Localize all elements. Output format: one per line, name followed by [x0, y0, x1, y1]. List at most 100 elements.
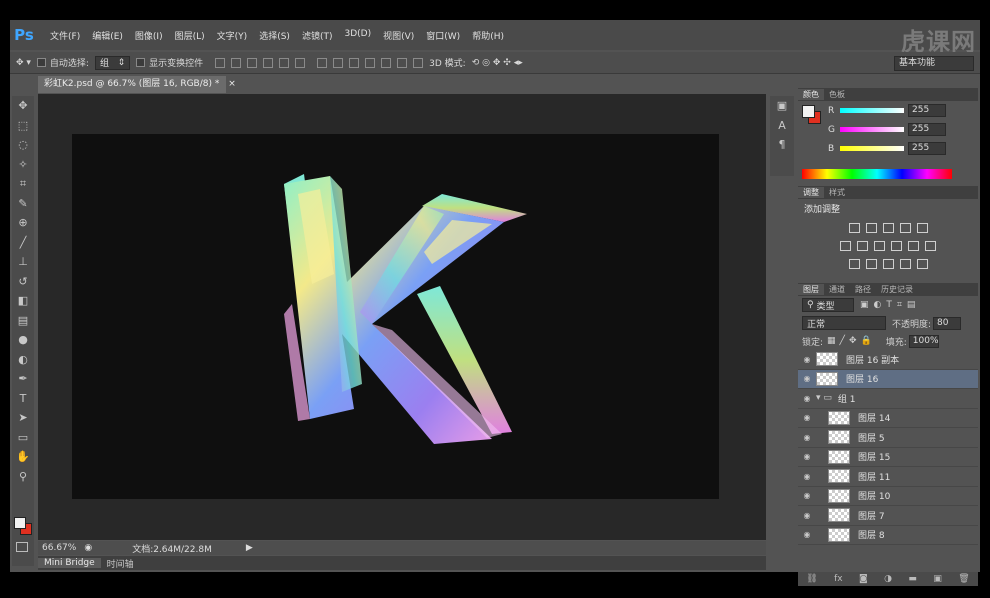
menu-item[interactable]: 3D(D): [338, 29, 377, 42]
visibility-eye-icon[interactable]: ◉: [798, 472, 816, 481]
menu-item[interactable]: 编辑(E): [86, 29, 129, 42]
new-group-icon[interactable]: ▬: [908, 574, 917, 584]
layer-row[interactable]: ◉ 图层 11: [798, 467, 978, 487]
panel-tab[interactable]: 调整: [798, 187, 824, 198]
lasso-tool-icon[interactable]: ◌: [12, 135, 34, 155]
workspace-dropdown[interactable]: 基本功能: [894, 56, 974, 71]
menu-item[interactable]: 文字(Y): [211, 29, 254, 42]
panel-tab[interactable]: 色板: [824, 89, 850, 100]
layer-row[interactable]: ◉ 图层 15: [798, 448, 978, 467]
layer-group-row[interactable]: ◉ ▾ ▭ 组 1: [798, 389, 978, 409]
invert-icon[interactable]: [848, 259, 860, 269]
healing-brush-tool-icon[interactable]: ⊕: [12, 213, 34, 233]
gradient-map-icon[interactable]: [899, 259, 911, 269]
panel-tab[interactable]: 图层: [798, 284, 824, 295]
dodge-tool-icon[interactable]: ◐: [12, 350, 34, 370]
layer-row[interactable]: ◉ 图层 16 副本: [798, 350, 978, 370]
zoom-level[interactable]: 66.67%: [42, 543, 76, 553]
menu-item[interactable]: 选择(S): [253, 29, 296, 42]
blend-mode-dropdown[interactable]: 正常: [802, 316, 886, 330]
menu-item[interactable]: 帮助(H): [466, 29, 510, 42]
layer-row[interactable]: ◉ 图层 5: [798, 428, 978, 448]
link-layers-icon[interactable]: ⛓: [806, 574, 817, 584]
add-mask-icon[interactable]: ◙: [859, 574, 868, 584]
posterize-icon[interactable]: [865, 259, 877, 269]
status-menu-arrow-icon[interactable]: ▶: [246, 543, 253, 553]
align-right-icon[interactable]: [295, 57, 306, 68]
blue-value-field[interactable]: 255: [908, 142, 946, 155]
align-top-icon[interactable]: [215, 57, 226, 68]
magic-wand-tool-icon[interactable]: ✧: [12, 155, 34, 175]
distribute-right-icon[interactable]: [397, 57, 408, 68]
visibility-eye-icon[interactable]: ◉: [798, 452, 816, 461]
distribute-hcenter-icon[interactable]: [381, 57, 392, 68]
visibility-eye-icon[interactable]: ◉: [798, 491, 816, 500]
foreground-color-swatch[interactable]: [14, 517, 26, 529]
zoom-tool-icon[interactable]: ⚲: [12, 467, 34, 487]
panel-tab[interactable]: 历史记录: [876, 284, 918, 295]
exposure-icon[interactable]: [899, 223, 911, 233]
fill-field[interactable]: 100%: [908, 334, 939, 348]
path-selection-tool-icon[interactable]: ➤: [12, 408, 34, 428]
type-tool-icon[interactable]: T: [12, 389, 34, 409]
show-transform-checkbox[interactable]: 显示变换控件: [136, 56, 203, 69]
green-value-field[interactable]: 255: [908, 123, 946, 136]
color-panel-fg-swatch[interactable]: [802, 105, 815, 118]
crop-tool-icon[interactable]: ⌗: [12, 174, 34, 194]
roll-3d-icon[interactable]: ◎: [482, 58, 490, 68]
adjustment-layer-icon[interactable]: ◑: [884, 574, 892, 584]
vibrance-icon[interactable]: [916, 223, 928, 233]
menu-item[interactable]: 视图(V): [377, 29, 420, 42]
menu-item[interactable]: 文件(F): [44, 29, 86, 42]
visibility-eye-icon[interactable]: ◉: [798, 413, 816, 422]
move-tool-icon[interactable]: ✥: [12, 96, 34, 116]
auto-select-dropdown[interactable]: 组 ⇕: [94, 55, 131, 70]
menu-item[interactable]: 图像(I): [129, 29, 169, 42]
align-vcenter-icon[interactable]: [231, 57, 242, 68]
fx-icon[interactable]: fx: [834, 574, 843, 584]
align-bottom-icon[interactable]: [247, 57, 258, 68]
color-balance-icon[interactable]: [857, 241, 868, 251]
menu-item[interactable]: 窗口(W): [420, 29, 466, 42]
blue-slider[interactable]: B 255: [824, 139, 946, 158]
bottom-tab[interactable]: 时间轴: [101, 557, 140, 570]
threshold-icon[interactable]: [882, 259, 894, 269]
layer-row[interactable]: ◉ 图层 14: [798, 409, 978, 428]
eyedropper-tool-icon[interactable]: ✎: [12, 194, 34, 214]
drag-3d-icon[interactable]: ✥: [493, 58, 501, 68]
lock-icons[interactable]: ▦╱✥🔒: [827, 336, 876, 346]
menu-item[interactable]: 滤镜(T): [296, 29, 339, 42]
blur-tool-icon[interactable]: ●: [12, 330, 34, 350]
align-left-icon[interactable]: [263, 57, 274, 68]
bottom-tab[interactable]: Mini Bridge: [38, 558, 101, 568]
eraser-tool-icon[interactable]: ◧: [12, 291, 34, 311]
color-swatches[interactable]: [12, 515, 34, 537]
history-panel-icon[interactable]: ▣: [770, 96, 794, 116]
layer-row[interactable]: ◉ 图层 7: [798, 506, 978, 526]
layer-filter-dropdown[interactable]: ⚲ 类型: [802, 298, 854, 312]
visibility-eye-icon[interactable]: ◉: [798, 511, 816, 520]
auto-align-icon[interactable]: [413, 57, 424, 68]
visibility-eye-icon[interactable]: ◉: [798, 355, 816, 364]
curves-icon[interactable]: [882, 223, 894, 233]
slide-3d-icon[interactable]: ✣: [503, 58, 511, 68]
distribute-top-icon[interactable]: [317, 57, 328, 68]
character-panel-icon[interactable]: A: [770, 116, 794, 136]
paragraph-panel-icon[interactable]: ¶: [770, 135, 794, 155]
visibility-eye-icon[interactable]: ◉: [798, 433, 816, 442]
auto-select-checkbox[interactable]: 自动选择:: [36, 56, 89, 69]
panel-tab[interactable]: 通道: [824, 284, 850, 295]
panel-tab[interactable]: 颜色: [798, 89, 824, 100]
move-tool-icon[interactable]: ✥ ▾: [16, 58, 31, 68]
hand-tool-icon[interactable]: ✋: [12, 447, 34, 467]
shape-tool-icon[interactable]: ▭: [12, 428, 34, 448]
panel-tab[interactable]: 路径: [850, 284, 876, 295]
distribute-vcenter-icon[interactable]: [333, 57, 344, 68]
menu-item[interactable]: 图层(L): [169, 29, 211, 42]
layer-row[interactable]: ◉ 图层 10: [798, 487, 978, 506]
document-tab[interactable]: 彩虹K2.psd @ 66.7% (图层 16, RGB/8) * ×: [38, 76, 236, 93]
red-slider[interactable]: R 255: [824, 101, 946, 120]
layer-row[interactable]: ◉ 图层 8: [798, 526, 978, 545]
brightness-icon[interactable]: [848, 223, 860, 233]
green-slider[interactable]: G 255: [824, 120, 946, 139]
